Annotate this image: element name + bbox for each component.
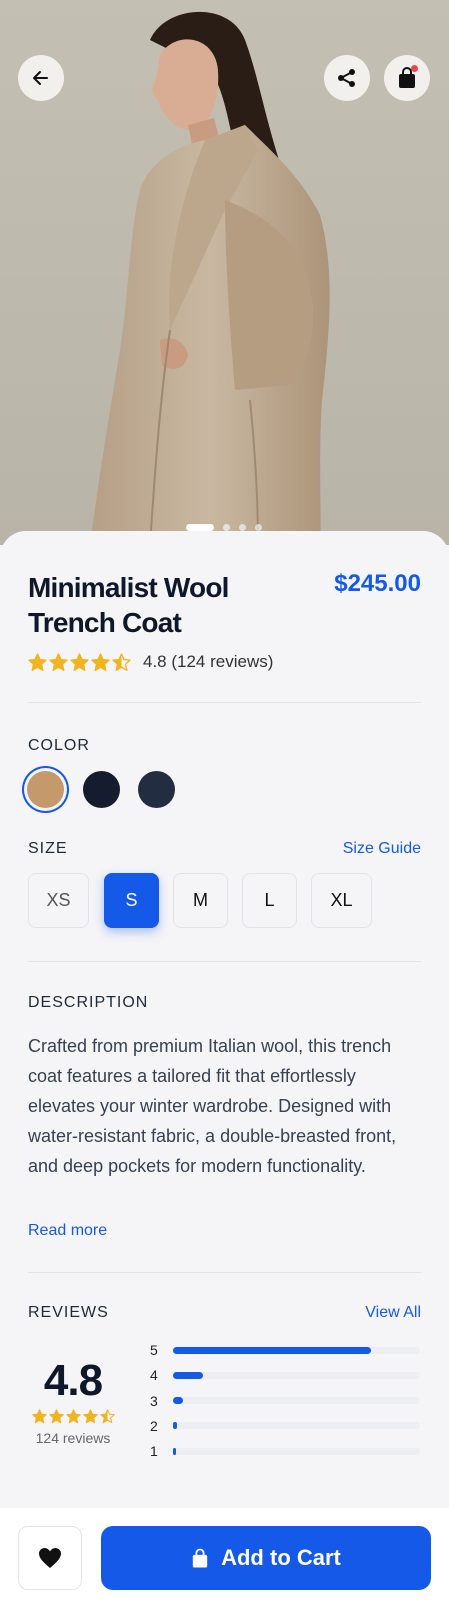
star-full-icon — [70, 652, 89, 671]
star-full-icon — [91, 652, 110, 671]
rating-bar-label: 5 — [150, 1342, 158, 1358]
pager-dot[interactable] — [223, 524, 230, 531]
rating-text: 4.8 (124 reviews) — [143, 652, 274, 671]
star-full-icon — [49, 652, 68, 671]
rating-bar-track — [172, 1397, 420, 1405]
rating-bar-track — [172, 1422, 420, 1430]
rating-bar-label: 4 — [150, 1367, 158, 1384]
average-rating: 4.8 — [43, 1356, 103, 1405]
star-full-icon — [28, 652, 47, 671]
rating-summary[interactable]: 4.8 (124 reviews) — [28, 652, 273, 672]
product-price: $245.00 — [334, 570, 421, 597]
pager-dot[interactable] — [255, 524, 262, 531]
review-count: 124 reviews — [35, 1430, 111, 1446]
image-pager[interactable] — [186, 524, 262, 531]
star-half-icon — [99, 1409, 115, 1424]
rating-bar-label: 2 — [150, 1417, 158, 1434]
bottom-action-bar: Add to Cart — [0, 1508, 449, 1600]
size-option-xs[interactable]: XS — [28, 873, 89, 928]
rating-bar-track — [172, 1346, 420, 1354]
color-swatch-tan[interactable] — [27, 771, 64, 808]
color-swatch-navy[interactable] — [83, 771, 120, 808]
read-more-link[interactable]: Read more — [28, 1222, 107, 1240]
rating-bar-label: 3 — [150, 1392, 158, 1409]
product-image[interactable] — [0, 0, 449, 545]
size-label: SIZE — [28, 840, 68, 857]
share-button[interactable] — [324, 55, 370, 101]
notification-dot — [411, 65, 418, 72]
rating-bar-fill — [172, 1346, 372, 1354]
wishlist-button[interactable] — [18, 1526, 82, 1590]
star-full-icon — [82, 1409, 98, 1424]
description-label: DESCRIPTION — [28, 994, 149, 1011]
rating-bar-row: 2 — [150, 1418, 420, 1434]
size-option-xl[interactable]: XL — [311, 873, 372, 928]
rating-bar-label: 1 — [150, 1443, 158, 1460]
rating-bar-fill — [172, 1422, 177, 1430]
size-guide-link[interactable]: Size Guide — [343, 840, 421, 858]
size-option-s[interactable]: S — [104, 873, 159, 928]
model-photo — [0, 0, 449, 545]
rating-bar-row: 1 — [150, 1443, 420, 1459]
rating-bar-row: 5 — [150, 1342, 420, 1358]
size-option-l[interactable]: L — [242, 873, 297, 928]
back-button[interactable] — [18, 55, 64, 101]
star-half-icon — [112, 652, 131, 671]
rating-bar-row: 3 — [150, 1393, 420, 1409]
average-rating-stars — [28, 1409, 118, 1424]
view-all-reviews-link[interactable]: View All — [365, 1304, 421, 1322]
star-full-icon — [65, 1409, 81, 1424]
color-label: COLOR — [28, 737, 90, 754]
star-full-icon — [31, 1409, 47, 1424]
rating-bar-fill — [172, 1447, 176, 1455]
share-icon — [338, 69, 355, 87]
product-title: Minimalist Wool Trench Coat — [28, 572, 229, 638]
add-to-cart-button[interactable]: Add to Cart — [101, 1526, 431, 1590]
arrow-left-icon — [33, 71, 48, 85]
reviews-label: REVIEWS — [28, 1304, 109, 1321]
description-text: Crafted from premium Italian wool, this … — [28, 1036, 397, 1176]
rating-bar-fill — [172, 1397, 183, 1405]
rating-bar-track — [172, 1447, 420, 1455]
rating-bar-row: 4 — [150, 1367, 420, 1383]
size-option-m[interactable]: M — [173, 873, 228, 928]
rating-stars — [28, 652, 131, 672]
pager-dot[interactable] — [186, 524, 214, 531]
cart-button[interactable] — [384, 55, 430, 101]
shopping-bag-icon — [192, 1548, 208, 1567]
rating-bar-track — [172, 1371, 420, 1379]
star-full-icon — [48, 1409, 64, 1424]
divider — [28, 702, 421, 703]
color-swatch-charcoal[interactable] — [138, 771, 175, 808]
divider — [28, 1272, 421, 1273]
heart-icon — [39, 1548, 61, 1568]
rating-bar-fill — [172, 1371, 203, 1379]
add-to-cart-label: Add to Cart — [221, 1545, 341, 1570]
divider — [28, 961, 421, 962]
pager-dot[interactable] — [239, 524, 246, 531]
